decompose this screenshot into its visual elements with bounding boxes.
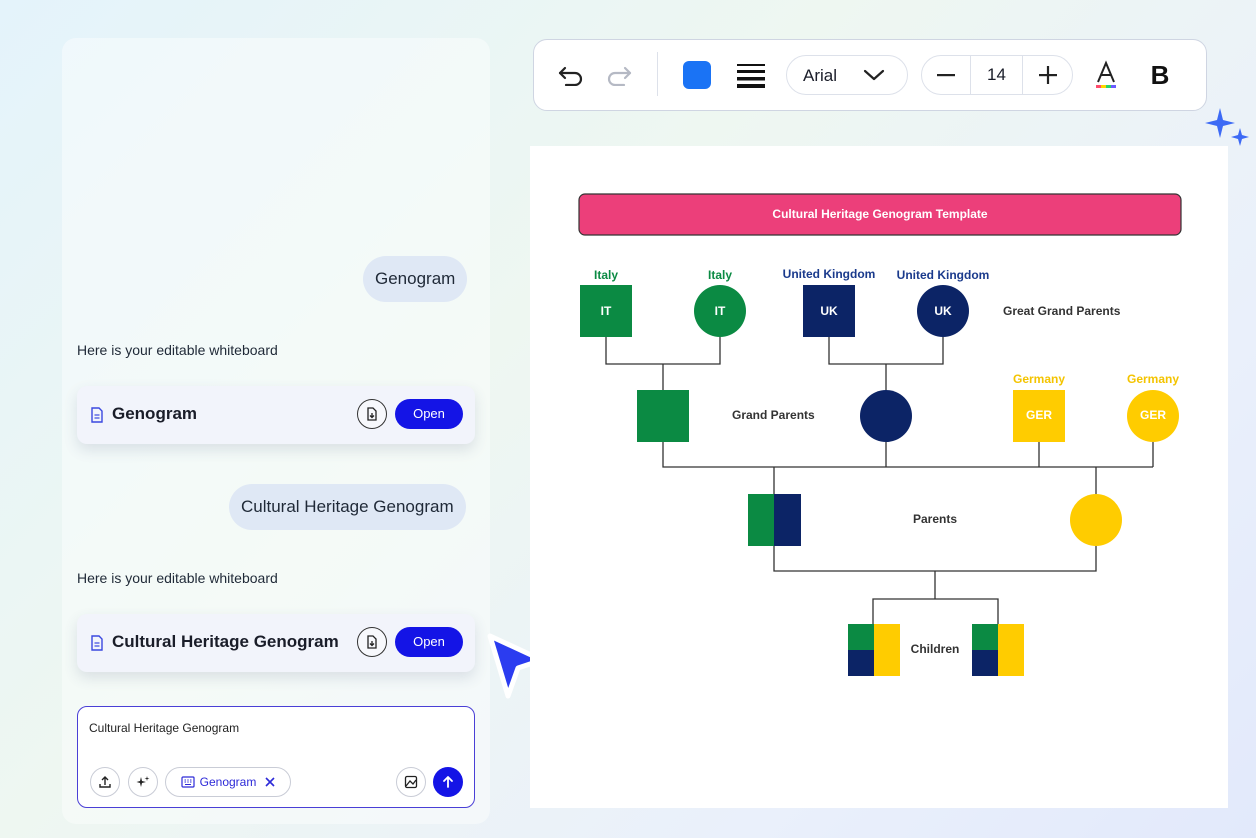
generation-label: Grand Parents	[732, 408, 815, 422]
user-message-2: Cultural Heritage Genogram	[229, 484, 466, 530]
image-icon	[404, 775, 418, 789]
connector-lines	[605, 337, 1154, 624]
download-icon	[367, 407, 377, 421]
minus-icon	[937, 74, 955, 77]
child-1	[848, 624, 900, 676]
download-button[interactable]	[357, 627, 387, 657]
increase-font-size-button[interactable]	[1023, 56, 1072, 94]
user-message-text: Cultural Heritage Genogram	[241, 497, 454, 516]
template-chip[interactable]: Genogram	[165, 767, 291, 797]
generation-label: Great Grand Parents	[1003, 304, 1121, 318]
grandparent-male	[637, 390, 689, 442]
whiteboard-canvas[interactable]: Cultural Heritage Genogram Template Ital…	[530, 146, 1228, 808]
country-code: IT	[601, 304, 612, 318]
fill-color-swatch	[683, 61, 711, 89]
keyboard-icon	[181, 776, 195, 788]
bold-icon: B	[1150, 59, 1170, 90]
country-code: GER	[1026, 408, 1052, 422]
chip-label: Genogram	[199, 775, 257, 789]
country-label: United Kingdom	[897, 268, 990, 282]
undo-icon	[558, 66, 583, 86]
line-style-button[interactable]	[734, 60, 768, 90]
whiteboard-card-cultural-heritage[interactable]: Cultural Heritage Genogram Open	[77, 614, 475, 672]
decrease-font-size-button[interactable]	[922, 56, 970, 94]
close-icon[interactable]	[265, 777, 275, 787]
country-label: Italy	[708, 268, 732, 282]
parent-male-italy-half	[748, 494, 774, 546]
diagram-title: Cultural Heritage Genogram Template	[772, 207, 987, 221]
ai-magic-button[interactable]	[128, 767, 158, 797]
plus-icon	[1038, 66, 1057, 84]
country-code: UK	[820, 304, 838, 318]
parent-male-uk-half	[774, 494, 801, 546]
parent-female	[1070, 494, 1122, 546]
fill-color-button[interactable]	[682, 60, 712, 90]
country-label: Germany	[1127, 372, 1179, 386]
chevron-down-icon	[863, 69, 885, 81]
upload-icon	[99, 776, 111, 788]
toolbar-divider	[657, 52, 658, 96]
whiteboard-card-genogram[interactable]: Genogram Open	[77, 386, 475, 444]
assistant-message-text: Here is your editable whiteboard	[77, 570, 278, 586]
text-color-button[interactable]	[1090, 58, 1122, 92]
chat-input-box[interactable]: Cultural Heritage Genogram Genogram	[77, 706, 475, 808]
country-label: Germany	[1013, 372, 1065, 386]
arrow-up-icon	[443, 776, 453, 788]
download-icon	[367, 635, 377, 649]
formatting-toolbar: Arial 14 B	[533, 39, 1207, 111]
bold-button[interactable]: B	[1144, 58, 1176, 92]
grandparent-female	[860, 390, 912, 442]
document-icon	[91, 635, 103, 651]
download-button[interactable]	[357, 399, 387, 429]
image-button[interactable]	[396, 767, 426, 797]
user-message-1: Genogram	[363, 256, 468, 302]
country-code: IT	[715, 304, 726, 318]
font-size-value[interactable]: 14	[971, 56, 1022, 94]
sparkle-icon	[1205, 108, 1249, 146]
font-family-select[interactable]: Arial	[786, 55, 908, 95]
sparkle-icon	[136, 776, 150, 787]
send-button[interactable]	[433, 767, 463, 797]
redo-button[interactable]	[602, 58, 636, 92]
country-code: UK	[934, 304, 952, 318]
font-family-value: Arial	[803, 66, 838, 85]
upload-button[interactable]	[90, 767, 120, 797]
line-weight-icon	[737, 64, 765, 88]
redo-icon	[607, 66, 632, 86]
chat-input[interactable]: Cultural Heritage Genogram	[89, 721, 239, 735]
text-color-icon	[1096, 60, 1116, 88]
open-button[interactable]: Open	[395, 627, 463, 657]
assistant-message-text: Here is your editable whiteboard	[77, 342, 278, 358]
generation-label: Parents	[913, 512, 957, 526]
card-title: Genogram	[112, 404, 198, 423]
undo-button[interactable]	[554, 58, 588, 92]
country-label: United Kingdom	[783, 267, 876, 281]
open-button[interactable]: Open	[395, 399, 463, 429]
child-2	[972, 624, 1024, 676]
country-label: Italy	[594, 268, 618, 282]
country-code: GER	[1140, 408, 1166, 422]
generation-label: Children	[911, 642, 960, 656]
genogram-diagram: Cultural Heritage Genogram Template Ital…	[578, 193, 1182, 676]
document-icon	[91, 407, 103, 423]
font-size-stepper: 14	[921, 55, 1073, 95]
user-message-text: Genogram	[375, 269, 456, 288]
card-title: Cultural Heritage Genogram	[112, 632, 339, 651]
